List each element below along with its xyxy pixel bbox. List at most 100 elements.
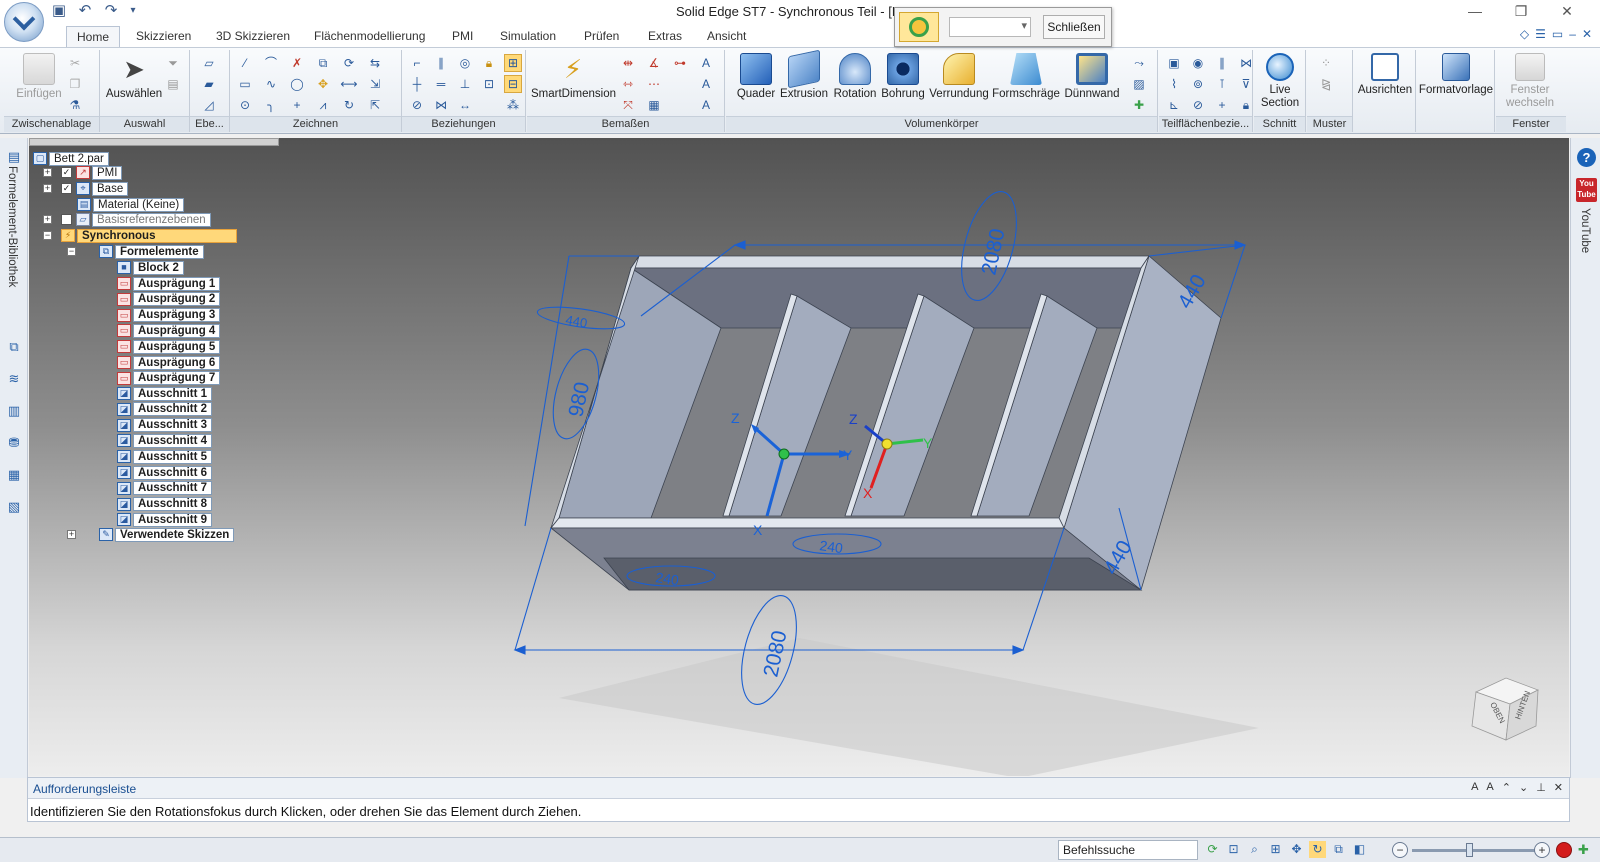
pan-icon[interactable]: ✥ [1288, 841, 1305, 858]
coordinate-icon[interactable]: ⊶ [671, 54, 689, 72]
face-symmetry-icon[interactable]: ⋈ [1237, 54, 1255, 72]
face-horizontal-icon[interactable]: ⊾ [1165, 96, 1183, 114]
tree-auspraegung[interactable]: ▭ Ausprägung 2 [117, 292, 221, 307]
dim-left-bottom[interactable]: 240 [655, 569, 681, 588]
undo-icon[interactable]: ↶ [76, 2, 94, 20]
dim-grid-icon[interactable]: ▦ [645, 96, 663, 114]
face-perp-icon[interactable]: ⊺ [1213, 75, 1231, 93]
rotate-command-icon[interactable] [899, 12, 939, 42]
dim-axis-icon[interactable]: ⤧ [619, 96, 637, 114]
fenster-wechseln-button[interactable]: Fenster wechseln [1496, 53, 1564, 110]
pin-icon[interactable]: ⊥ [1536, 781, 1546, 794]
annotation-icon[interactable]: A [697, 75, 715, 93]
point-icon[interactable]: + [288, 96, 306, 114]
tab-3d-skizzieren[interactable]: 3D Skizzieren [214, 26, 292, 47]
tree-block-2[interactable]: ■ Block 2 [117, 260, 184, 275]
tree-ausschnitt[interactable]: ◪ Ausschnitt 7 [117, 481, 213, 496]
thicken-icon[interactable]: ▨ [1130, 75, 1148, 93]
project-icon[interactable]: ⟳ [340, 54, 358, 72]
view-orientation-icon[interactable]: ⧉ [1330, 841, 1347, 858]
collapse-up-icon[interactable]: ⌃ [1502, 781, 1511, 794]
tree-ausschnitt[interactable]: ◪ Ausschnitt 3 [117, 418, 213, 433]
tree-root[interactable]: ▢ Bett 2.par [33, 151, 109, 166]
curve-icon[interactable]: ∿ [262, 75, 280, 93]
parallel-icon[interactable]: ∥ [432, 54, 450, 72]
filter-icon[interactable]: ⏷ [164, 54, 182, 72]
colors-icon[interactable]: ▦ [5, 466, 23, 484]
face-concentric-icon[interactable]: ⊚ [1189, 75, 1207, 93]
distance-icon[interactable]: ⇹ [619, 54, 637, 72]
text-dim-icon[interactable]: A [697, 54, 715, 72]
face-offset-icon[interactable]: ⊽ [1237, 75, 1255, 93]
copy-icon[interactable]: ❐ [66, 75, 84, 93]
customize-icon[interactable]: ▾ [128, 2, 138, 20]
ausrichten-button[interactable]: Ausrichten [1354, 53, 1416, 97]
tab-home[interactable]: Home [66, 26, 121, 47]
tree-auspraegung[interactable]: ▭ Ausprägung 6 [117, 355, 221, 370]
offset-icon[interactable]: ⧉ [314, 54, 332, 72]
circle-icon[interactable]: ⊙ [236, 96, 254, 114]
mirror-axis-icon[interactable]: ⩘ [314, 96, 332, 114]
face-lock-icon[interactable]: 🔒︎ [1237, 96, 1255, 114]
rotation-button[interactable]: Rotation [830, 53, 880, 101]
coaxial-icon[interactable]: ◉ [1189, 54, 1207, 72]
properties-icon[interactable]: ▧ [5, 498, 23, 516]
quader-button[interactable]: Quader [734, 53, 778, 101]
zoom-area-icon[interactable]: ⊡ [1225, 841, 1242, 858]
record-button[interactable] [1556, 842, 1572, 858]
library-icon[interactable]: ⧉ [5, 338, 23, 356]
basisref-checkbox[interactable] [61, 214, 72, 225]
zoom-icon[interactable]: ⌕ [1246, 841, 1263, 858]
tab-extras[interactable]: Extras [646, 26, 684, 47]
tangent-icon[interactable]: ⊘ [408, 96, 426, 114]
doc-close-button[interactable]: ✕ [1582, 27, 1592, 41]
mirror-pattern-icon[interactable]: ⧎ [1317, 75, 1335, 93]
collapse-formelemente[interactable]: − [67, 247, 76, 256]
tree-base[interactable]: ✓ ⌖ Base [61, 181, 129, 196]
horizontal-icon[interactable]: ↔ [456, 96, 474, 114]
extrusion-button[interactable]: Extrusion [778, 49, 830, 101]
list-icon[interactable]: ☰ [1535, 27, 1546, 41]
select-set-icon[interactable]: ▤ [164, 75, 182, 93]
zoom-in-button[interactable]: + [1534, 842, 1550, 858]
tab-pruefen[interactable]: Prüfen [582, 26, 621, 47]
cut-icon[interactable]: ✂ [66, 54, 84, 72]
face-parallel-icon[interactable]: ∥ [1213, 54, 1231, 72]
perpendicular-icon[interactable]: ⊥ [456, 75, 474, 93]
symmetric-icon[interactable]: ⇿ [619, 75, 637, 93]
youtube-icon[interactable]: You Tube [1576, 178, 1597, 202]
relation-assist-icon[interactable]: ⁂ [504, 96, 522, 114]
tab-flaechenmodellierung[interactable]: Flächenmodellierung [312, 26, 427, 47]
zoom-slider-track[interactable] [1412, 849, 1540, 852]
font-smaller-icon[interactable]: A [1486, 781, 1493, 794]
intersect-icon[interactable]: ┼ [408, 75, 426, 93]
windows-icon[interactable]: ▭ [1552, 27, 1563, 41]
collapse-synchronous[interactable]: − [43, 231, 52, 240]
command-combo[interactable] [949, 17, 1031, 37]
face-ground-icon[interactable]: + [1213, 96, 1231, 114]
tree-auspraegung[interactable]: ▭ Ausprägung 1 [117, 276, 221, 291]
tree-material[interactable]: ▤ Material (Keine) [77, 197, 185, 212]
tree-ausschnitt[interactable]: ◪ Ausschnitt 6 [117, 465, 213, 480]
face-tangent-icon[interactable]: ⌇ [1165, 75, 1183, 93]
lock-icon[interactable]: 🔒︎ [480, 54, 498, 72]
tree-basisreferenzebenen[interactable]: ▱ Basisreferenzebenen [61, 212, 211, 227]
expand-down-icon[interactable]: ⌄ [1519, 781, 1528, 794]
collinear-icon[interactable]: ⋈ [432, 96, 450, 114]
angle-icon[interactable]: ∡ [645, 54, 663, 72]
prompt-close-icon[interactable]: ✕ [1554, 781, 1563, 794]
pattern-icon[interactable]: ⁘ [1317, 54, 1335, 72]
base-checkbox[interactable]: ✓ [61, 183, 72, 194]
bohrung-button[interactable]: Bohrung [880, 53, 926, 101]
stretch-icon[interactable]: ⇱ [366, 96, 384, 114]
tree-auspraegung[interactable]: ▭ Ausprägung 3 [117, 308, 221, 323]
concentric-icon[interactable]: ◎ [456, 54, 474, 72]
face-rigid-icon[interactable]: ⊘ [1189, 96, 1207, 114]
mirror-icon[interactable]: ⟷ [340, 75, 358, 93]
tree-auspraegung[interactable]: ▭ Ausprägung 7 [117, 371, 221, 386]
tab-pmi[interactable]: PMI [450, 26, 475, 47]
arc-icon[interactable]: ⌒ [262, 54, 280, 72]
dim-mid-bottom[interactable]: 240 [819, 537, 845, 556]
expand-basisref[interactable]: + [43, 215, 52, 224]
close-command-button[interactable]: Schließen [1043, 15, 1105, 39]
